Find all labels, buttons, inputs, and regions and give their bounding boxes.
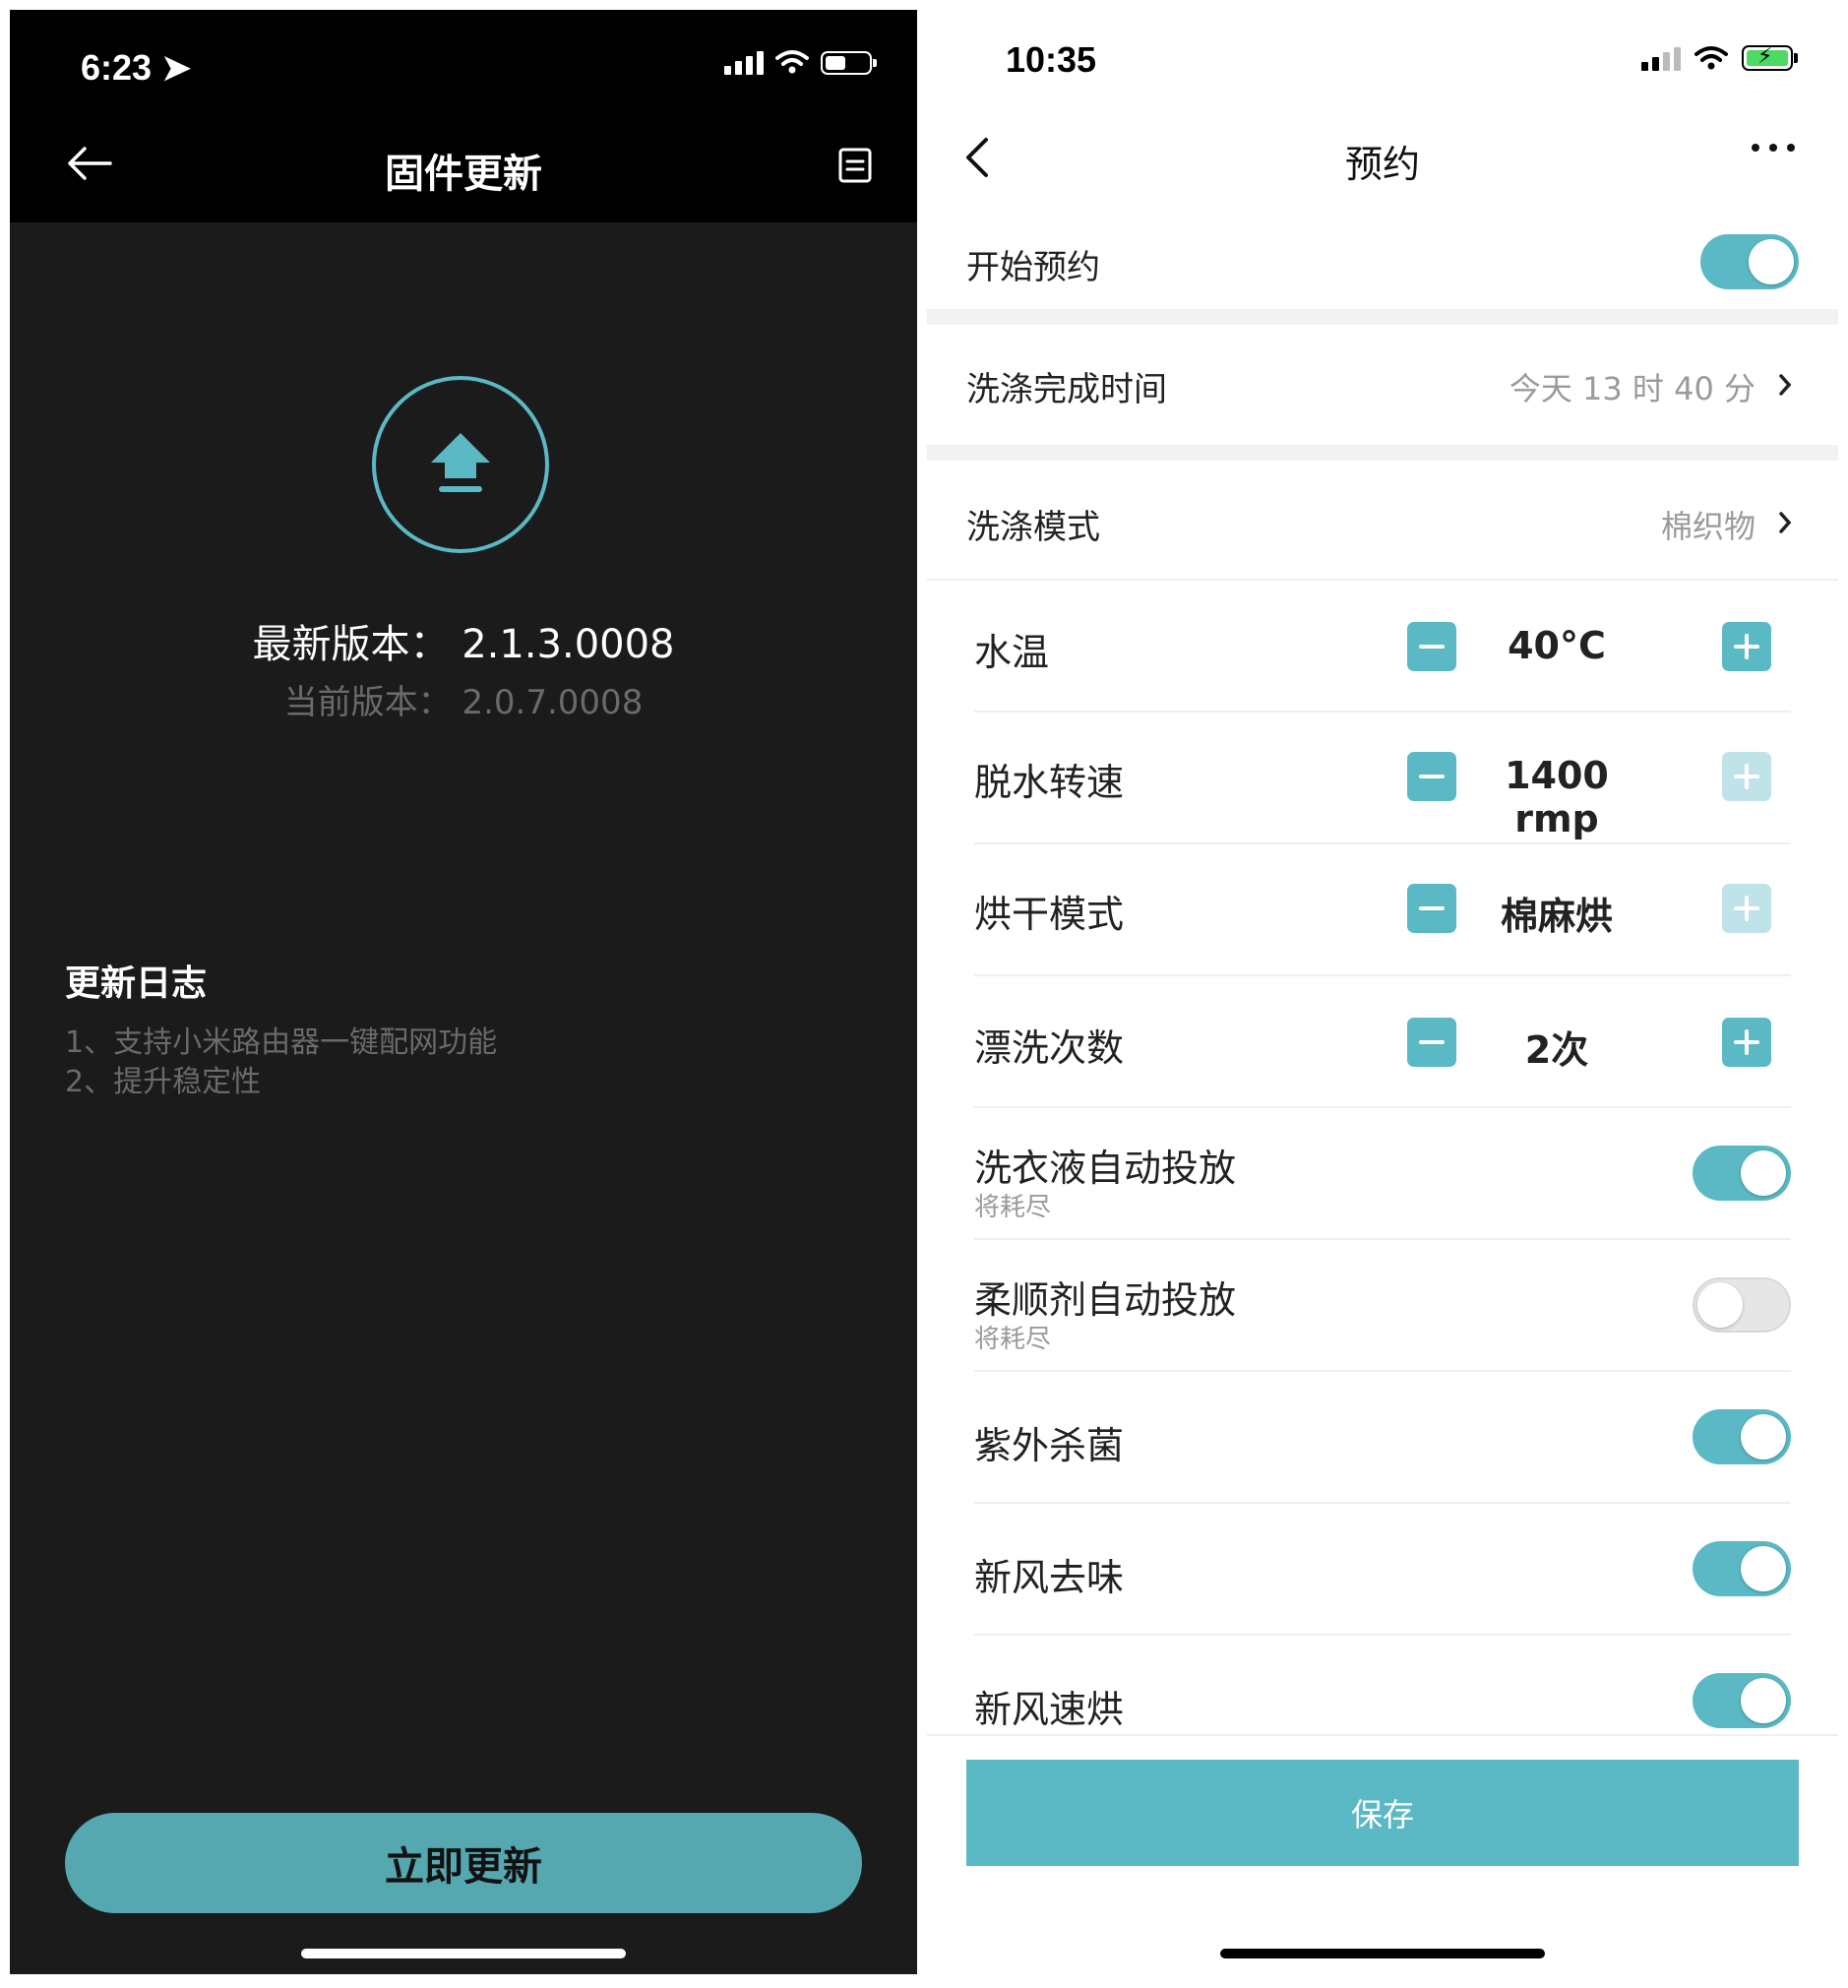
current-version: 当前版本： 2.0.7.0008 [283, 683, 644, 722]
fresh-air-dry-toggle[interactable] [1693, 1673, 1791, 1728]
firmware-update-screen: 6:23 ➤ 固件更新 最新版本： 2.1.3.0008 当前版本： 2.0.7… [10, 10, 917, 1974]
fresh-air-deodor-label: 新风去味 [974, 1556, 1125, 1599]
softener-auto-toggle[interactable] [1693, 1277, 1791, 1333]
detergent-auto-row: 洗衣液自动投放 将耗尽 [927, 1108, 1838, 1238]
home-indicator [301, 1949, 626, 1958]
detergent-auto-label: 洗衣液自动投放 [974, 1147, 1237, 1190]
finish-time-value: 今天 13 时 40 分 [1509, 370, 1756, 407]
top-bar: 6:23 ➤ 固件更新 [10, 10, 917, 222]
dry-mode-minus-button[interactable] [1407, 884, 1456, 933]
changelog-title: 更新日志 [65, 963, 208, 1004]
wifi-icon [775, 50, 809, 74]
fresh-air-deodor-row: 新风去味 [927, 1504, 1838, 1634]
softener-auto-label: 柔顺剂自动投放 [974, 1278, 1237, 1322]
rinse-count-value: 2次 [1524, 1028, 1589, 1072]
finish-time-label: 洗涤完成时间 [966, 370, 1167, 409]
status-icons [724, 49, 877, 75]
wash-mode-value: 棉织物 [1660, 508, 1756, 545]
chevron-right-icon [1779, 374, 1792, 396]
softener-auto-sub: 将耗尽 [974, 1325, 1052, 1354]
update-now-button[interactable]: 立即更新 [65, 1813, 862, 1913]
fresh-air-dry-label: 新风速烘 [974, 1688, 1125, 1731]
softener-auto-row: 柔顺剂自动投放 将耗尽 [927, 1240, 1838, 1370]
spin-speed-plus-button[interactable] [1722, 752, 1771, 801]
dry-mode-plus-button[interactable] [1722, 884, 1771, 933]
booking-screen: 10:35 ⚡ 预约 开始预约 洗涤完成时间 今天 13 时 40 分 洗涤模式… [927, 10, 1838, 1974]
battery-charging-icon: ⚡ [1742, 44, 1798, 71]
save-button[interactable]: 保存 [966, 1760, 1799, 1866]
fresh-air-deodor-toggle[interactable] [1693, 1541, 1791, 1596]
finish-time-row[interactable]: 洗涤完成时间 今天 13 时 40 分 [927, 325, 1838, 441]
spin-speed-minus-button[interactable] [1407, 752, 1456, 801]
changelog-item: 2、提升稳定性 [65, 1065, 262, 1099]
detergent-auto-toggle[interactable] [1693, 1146, 1791, 1201]
uv-sterilize-toggle[interactable] [1693, 1409, 1791, 1464]
wifi-icon [1694, 46, 1728, 70]
signal-icon [724, 51, 764, 75]
spin-speed-label: 脱水转速 [974, 761, 1125, 804]
divider [927, 1734, 1838, 1736]
page-title: 预约 [1344, 143, 1420, 186]
signal-icon [1641, 47, 1681, 71]
home-indicator [1220, 1949, 1545, 1958]
battery-icon [821, 51, 877, 75]
section-gap [927, 309, 1838, 325]
wash-mode-label: 洗涤模式 [966, 508, 1100, 547]
uv-sterilize-row: 紫外杀菌 [927, 1372, 1838, 1502]
page-title: 固件更新 [385, 152, 542, 197]
water-temp-value: 40°C [1508, 624, 1606, 667]
dry-mode-row: 烘干模式 棉麻烘 [927, 844, 1838, 974]
dry-mode-label: 烘干模式 [974, 893, 1125, 936]
water-temp-row: 水温 40°C [927, 581, 1838, 711]
start-booking-toggle[interactable] [1700, 234, 1799, 289]
water-temp-minus-button[interactable] [1407, 622, 1456, 671]
rinse-count-minus-button[interactable] [1407, 1018, 1456, 1067]
water-temp-label: 水温 [974, 631, 1050, 674]
fresh-air-dry-row: 新风速烘 [927, 1636, 1838, 1734]
uv-sterilize-label: 紫外杀菌 [974, 1424, 1125, 1467]
start-booking-row: 开始预约 [927, 220, 1838, 305]
spin-speed-row: 脱水转速 1400 rmp [927, 713, 1838, 842]
chevron-right-icon [1779, 512, 1792, 533]
status-time: 6:23 ➤ [81, 47, 192, 88]
rinse-count-row: 漂洗次数 2次 [927, 976, 1838, 1106]
document-icon[interactable] [838, 148, 872, 183]
status-icons: ⚡ [1641, 44, 1798, 71]
spin-speed-value: 1400 rmp [1505, 754, 1609, 840]
upload-icon [372, 376, 549, 553]
section-gap [927, 445, 1838, 461]
latest-version: 最新版本： 2.1.3.0008 [252, 622, 675, 667]
dry-mode-value: 棉麻烘 [1500, 895, 1613, 938]
wash-mode-row[interactable]: 洗涤模式 棉织物 [927, 461, 1838, 577]
changelog-item: 1、支持小米路由器一键配网功能 [65, 1025, 498, 1060]
more-options-icon[interactable] [1752, 144, 1795, 152]
detergent-auto-sub: 将耗尽 [974, 1193, 1052, 1222]
rinse-count-label: 漂洗次数 [974, 1026, 1125, 1070]
rinse-count-plus-button[interactable] [1722, 1018, 1771, 1067]
water-temp-plus-button[interactable] [1722, 622, 1771, 671]
start-booking-label: 开始预约 [966, 248, 1100, 287]
location-arrow-icon: ➤ [161, 47, 192, 88]
status-time: 10:35 [1006, 39, 1097, 80]
